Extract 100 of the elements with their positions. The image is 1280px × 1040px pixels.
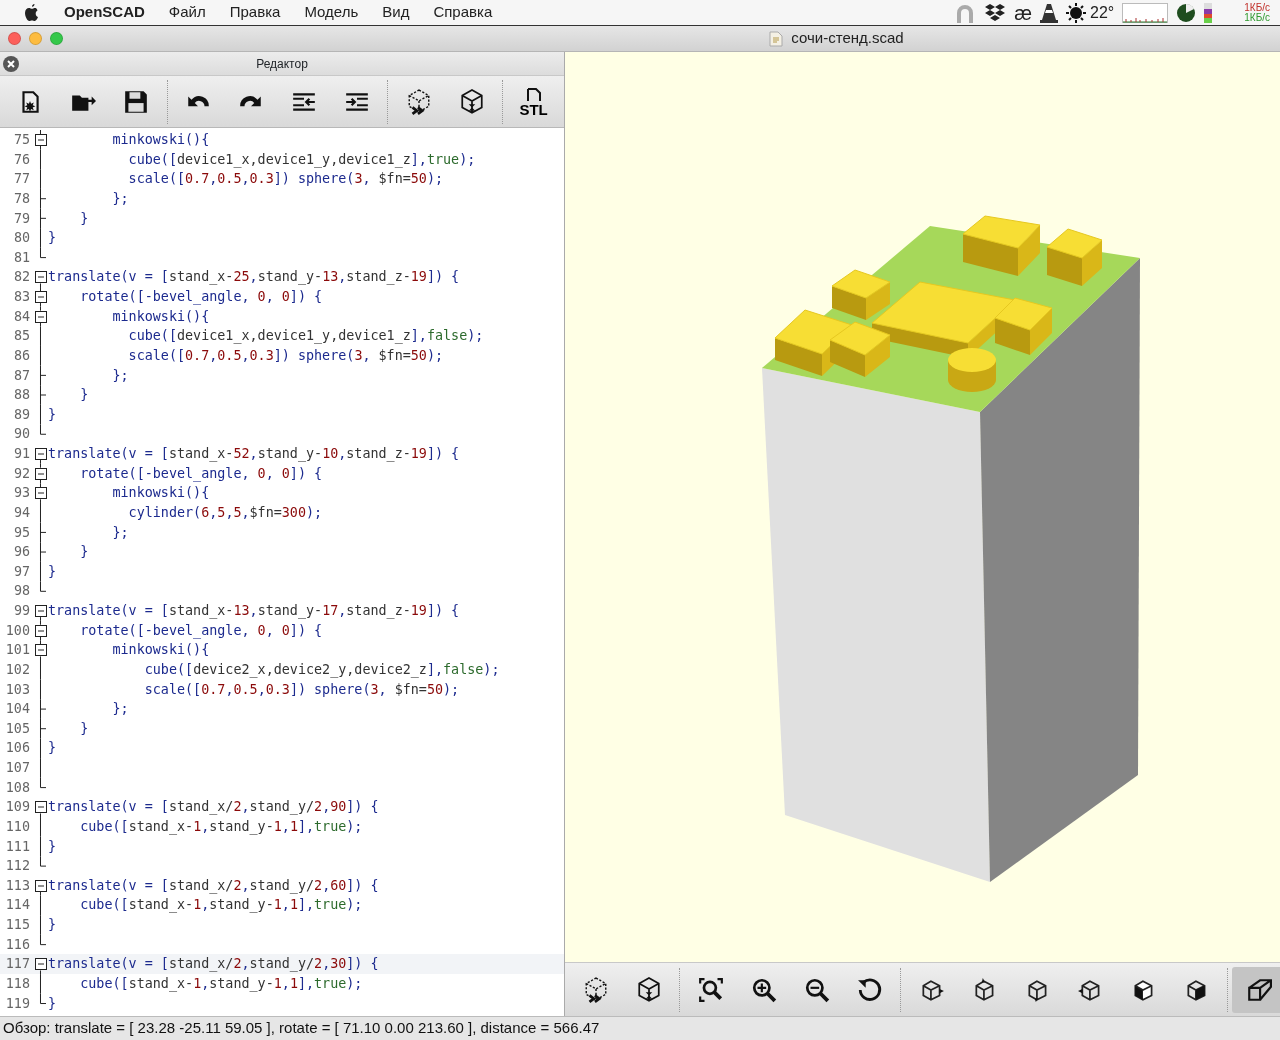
code-line: } <box>79 543 89 562</box>
close-icon[interactable] <box>3 55 19 72</box>
reset-icon <box>856 976 883 1003</box>
code-line: cube([device1_x,device1_y,device1_z],false); <box>127 327 484 346</box>
menu-item[interactable]: Модель <box>304 1 359 24</box>
collapse-icon[interactable] <box>34 291 47 303</box>
code-line: scale([0.7,0.5,0.3]) sphere(3, $fn=50); <box>127 170 444 189</box>
code-line: minkowski(){ <box>111 641 210 660</box>
perspective-icon <box>1245 976 1272 1003</box>
zoom-in-icon <box>750 976 777 1003</box>
line-number: 76 <box>12 150 31 169</box>
line-number: 116 <box>4 935 31 954</box>
close-window-button[interactable] <box>8 32 21 45</box>
apple-logo-icon[interactable] <box>24 3 40 22</box>
temperature-text[interactable]: 22° <box>1090 0 1115 25</box>
collapse-icon[interactable] <box>34 958 47 971</box>
upload-speed: 1КБ/с <box>1244 2 1270 13</box>
collapse-icon[interactable] <box>34 271 47 284</box>
line-number: 111 <box>4 837 31 856</box>
collapse-icon[interactable] <box>34 644 47 657</box>
network-graph-icon[interactable] <box>1122 2 1169 23</box>
line-number: 103 <box>4 680 31 699</box>
menu-item[interactable]: Правка <box>229 1 281 24</box>
collapse-icon[interactable] <box>34 448 47 460</box>
pie-chart-icon[interactable] <box>1176 2 1197 23</box>
tray-text[interactable]: æ <box>1014 0 1033 28</box>
menu-item[interactable]: Файл <box>168 1 206 24</box>
line-number: 85 <box>12 327 31 346</box>
line-number: 107 <box>4 759 31 777</box>
line-number: 89 <box>12 405 31 424</box>
app-menu[interactable]: OpenSCAD <box>64 1 145 24</box>
code-line: scale([0.7,0.5,0.3]) sphere(3, $fn=50); <box>143 680 460 699</box>
line-number: 86 <box>12 346 31 365</box>
document-icon <box>769 30 784 47</box>
code-line: cube([stand_x-1,stand_y-1,1],true); <box>79 974 363 994</box>
code-line: } <box>48 405 57 424</box>
code-line: cube([device2_x,device2_y,device2_z],false); <box>143 660 500 680</box>
dropbox-icon[interactable] <box>984 2 1007 23</box>
save-icon <box>123 88 150 115</box>
collapse-icon[interactable] <box>34 134 47 146</box>
line-number: 99 <box>12 602 31 620</box>
code-line: translate(v = [stand_x-13,stand_y-17,stand_z-19]) { <box>48 602 460 621</box>
code-line: cube([stand_x-1,stand_y-1,1],true); <box>79 896 363 915</box>
line-number: 96 <box>12 543 31 562</box>
menu-item[interactable]: Вид <box>382 1 410 24</box>
panel-title: Редактор <box>255 55 309 73</box>
code-line: rotate([-bevel_angle, 0, 0]) { <box>79 464 323 484</box>
code-line: scale([0.7,0.5,0.3]) sphere(3, $fn=50); <box>127 346 444 365</box>
export-stl-button[interactable]: STL <box>507 78 561 125</box>
menu-item[interactable]: Справка <box>433 1 493 24</box>
line-number: 75 <box>12 131 31 149</box>
collapse-icon[interactable] <box>34 467 47 480</box>
line-number: 110 <box>4 817 31 836</box>
memory-meter-icon[interactable] <box>1204 2 1213 23</box>
line-number: 97 <box>12 562 31 581</box>
code-line: } <box>48 994 57 1013</box>
line-number: 104 <box>4 700 31 719</box>
traffic-cone-icon[interactable] <box>1040 2 1059 23</box>
line-number: 101 <box>4 641 31 660</box>
line-number: 100 <box>4 621 31 640</box>
line-number: 82 <box>12 268 31 287</box>
code-line: translate(v = [stand_x/2,stand_y/2,30]) { <box>48 955 379 974</box>
code-line: }; <box>111 189 129 208</box>
line-number: 83 <box>12 288 31 306</box>
line-number: 92 <box>12 464 31 483</box>
window-title: сочи-стенд.scad <box>791 28 904 49</box>
line-number: 79 <box>12 209 31 228</box>
line-number: 93 <box>12 484 31 503</box>
collapse-icon[interactable] <box>34 801 47 814</box>
line-number: 78 <box>12 189 31 208</box>
code-line: } <box>48 916 57 934</box>
code-line: } <box>48 739 57 758</box>
perspective-button[interactable] <box>1232 966 1280 1013</box>
collapse-icon[interactable] <box>34 624 47 637</box>
line-number: 102 <box>4 660 31 679</box>
code-line: }; <box>111 366 129 385</box>
line-number: 80 <box>12 229 31 248</box>
line-number: 117 <box>4 955 31 974</box>
code-line: }; <box>111 523 129 542</box>
line-number: 105 <box>4 719 31 738</box>
code-line: translate(v = [stand_x/2,stand_y/2,90]) { <box>48 798 379 817</box>
line-number: 90 <box>12 425 31 444</box>
code-line: translate(v = [stand_x/2,stand_y/2,60]) { <box>48 876 379 896</box>
line-number: 112 <box>4 857 31 876</box>
code-line: cylinder(6,5,5,$fn=300); <box>127 503 323 522</box>
line-number: 115 <box>4 916 31 934</box>
collapse-icon[interactable] <box>34 879 47 892</box>
collapse-icon[interactable] <box>34 487 47 500</box>
cube-hourglass-icon <box>635 976 662 1003</box>
line-number: 118 <box>4 974 31 993</box>
code-line: } <box>48 837 57 856</box>
code-line: }; <box>111 700 129 719</box>
line-number: 88 <box>12 386 31 405</box>
zoom-fit-icon <box>697 976 724 1003</box>
line-number: 98 <box>12 582 31 601</box>
collapse-icon[interactable] <box>34 605 47 617</box>
sun-icon[interactable] <box>1066 2 1087 23</box>
code-line: translate(v = [stand_x-25,stand_y-13,stand_z-19]) { <box>48 268 460 287</box>
collapse-icon[interactable] <box>34 310 47 323</box>
line-number: 109 <box>4 798 31 817</box>
